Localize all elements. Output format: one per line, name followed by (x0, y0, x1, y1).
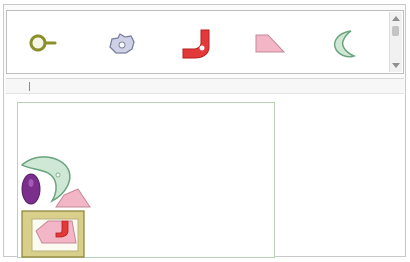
purple-oval-piece[interactable] (21, 173, 41, 205)
palette-shape-crescent[interactable] (323, 25, 363, 61)
puzzle-canvas[interactable] (17, 102, 275, 258)
palette-shape-circle-key[interactable] (25, 25, 65, 61)
scroll-thumb[interactable] (392, 26, 399, 36)
palette-shape-wedge[interactable] (250, 25, 290, 61)
palette-shape-gear-blob[interactable] (102, 25, 142, 61)
scroll-down-icon[interactable] (392, 63, 400, 68)
hook-icon (182, 29, 210, 59)
canvas-pieces (20, 156, 91, 258)
ruler-tick (29, 82, 30, 91)
ruler (6, 78, 404, 94)
wedge-icon (255, 34, 286, 53)
gear-blob-icon (109, 33, 135, 54)
crescent-hole (55, 172, 61, 178)
purple-oval-highlight (28, 179, 34, 187)
workspace (6, 94, 404, 258)
scroll-up-icon[interactable] (392, 16, 400, 21)
crescent-icon (333, 30, 356, 58)
palette-shape-hook[interactable] (177, 25, 217, 61)
circle-key-icon (29, 34, 57, 52)
shape-palette (6, 10, 404, 74)
palette-scrollbar[interactable] (389, 12, 402, 72)
